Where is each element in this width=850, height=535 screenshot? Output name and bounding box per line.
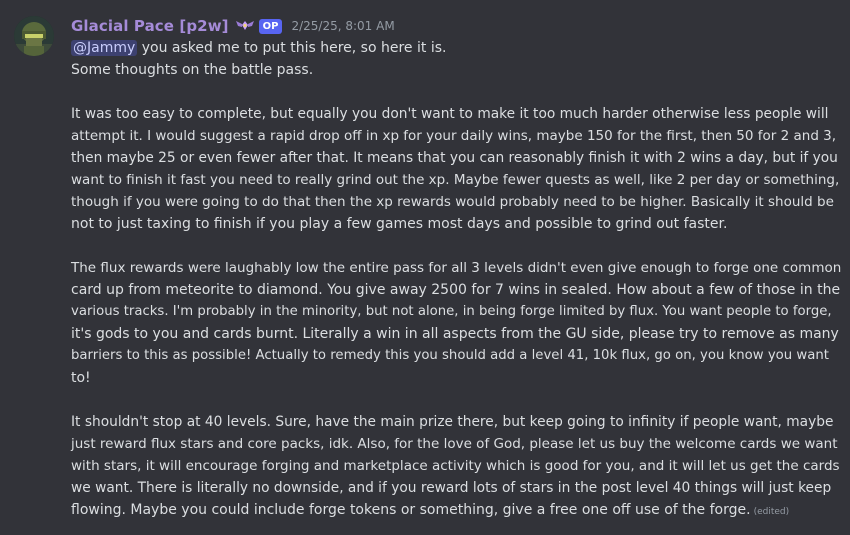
message-line: attempt it. I would suggest a rapid drop… <box>71 128 837 144</box>
message-line: we want. There is literally no downside,… <box>71 480 832 496</box>
message-line: It was too easy to complete, but equally… <box>71 106 829 122</box>
message-line: flowing. Maybe you could include forge t… <box>71 499 841 521</box>
author-username[interactable]: Glacial Pace [p2w] <box>71 17 229 35</box>
message-line: it's gods to you and cards burnt. Litera… <box>71 326 839 342</box>
message-line: though if you were going to do that then… <box>71 194 834 210</box>
message-line: then maybe 25 or even fewer after that. … <box>71 150 838 166</box>
rank-wings-icon[interactable] <box>235 18 255 34</box>
message-line: to! <box>71 370 91 386</box>
message-line: The flux rewards were laughably low the … <box>71 260 842 276</box>
message-content: @Jammy you asked me to put this here, so… <box>71 37 841 521</box>
message-line: want to finish it fast you need to reall… <box>71 172 840 188</box>
message-text: you asked me to put this here, so here i… <box>137 40 447 56</box>
message-line: Some thoughts on the battle pass. <box>71 62 314 78</box>
message-line: with stars, it will encourage forging an… <box>71 458 840 474</box>
chat-message: Glacial Pace [p2w] OP 2/25/25, 8:01 AM @… <box>0 0 850 535</box>
message-timestamp[interactable]: 2/25/25, 8:01 AM <box>291 19 394 33</box>
message-line: not to just taxing to finish if you play… <box>71 216 728 232</box>
avatar[interactable] <box>14 16 54 56</box>
message-header: Glacial Pace [p2w] OP 2/25/25, 8:01 AM <box>71 15 395 37</box>
message-line: barriers to this as possible! Actually t… <box>71 348 829 363</box>
op-badge: OP <box>258 18 283 34</box>
edited-label: (edited) <box>753 507 790 517</box>
soldier-helmet-icon <box>14 16 54 56</box>
message-text: flowing. Maybe you could include forge t… <box>71 502 751 518</box>
user-mention[interactable]: @Jammy <box>71 40 138 56</box>
message-line: just reward flux stars and core packs, i… <box>71 436 838 452</box>
message-line: It shouldn't stop at 40 levels. Sure, ha… <box>71 414 834 430</box>
message-line: various tracks. I'm probably in the mino… <box>71 304 832 319</box>
message-line: card up from meteorite to diamond. You g… <box>71 282 841 298</box>
message-line: @Jammy you asked me to put this here, so… <box>71 37 841 59</box>
